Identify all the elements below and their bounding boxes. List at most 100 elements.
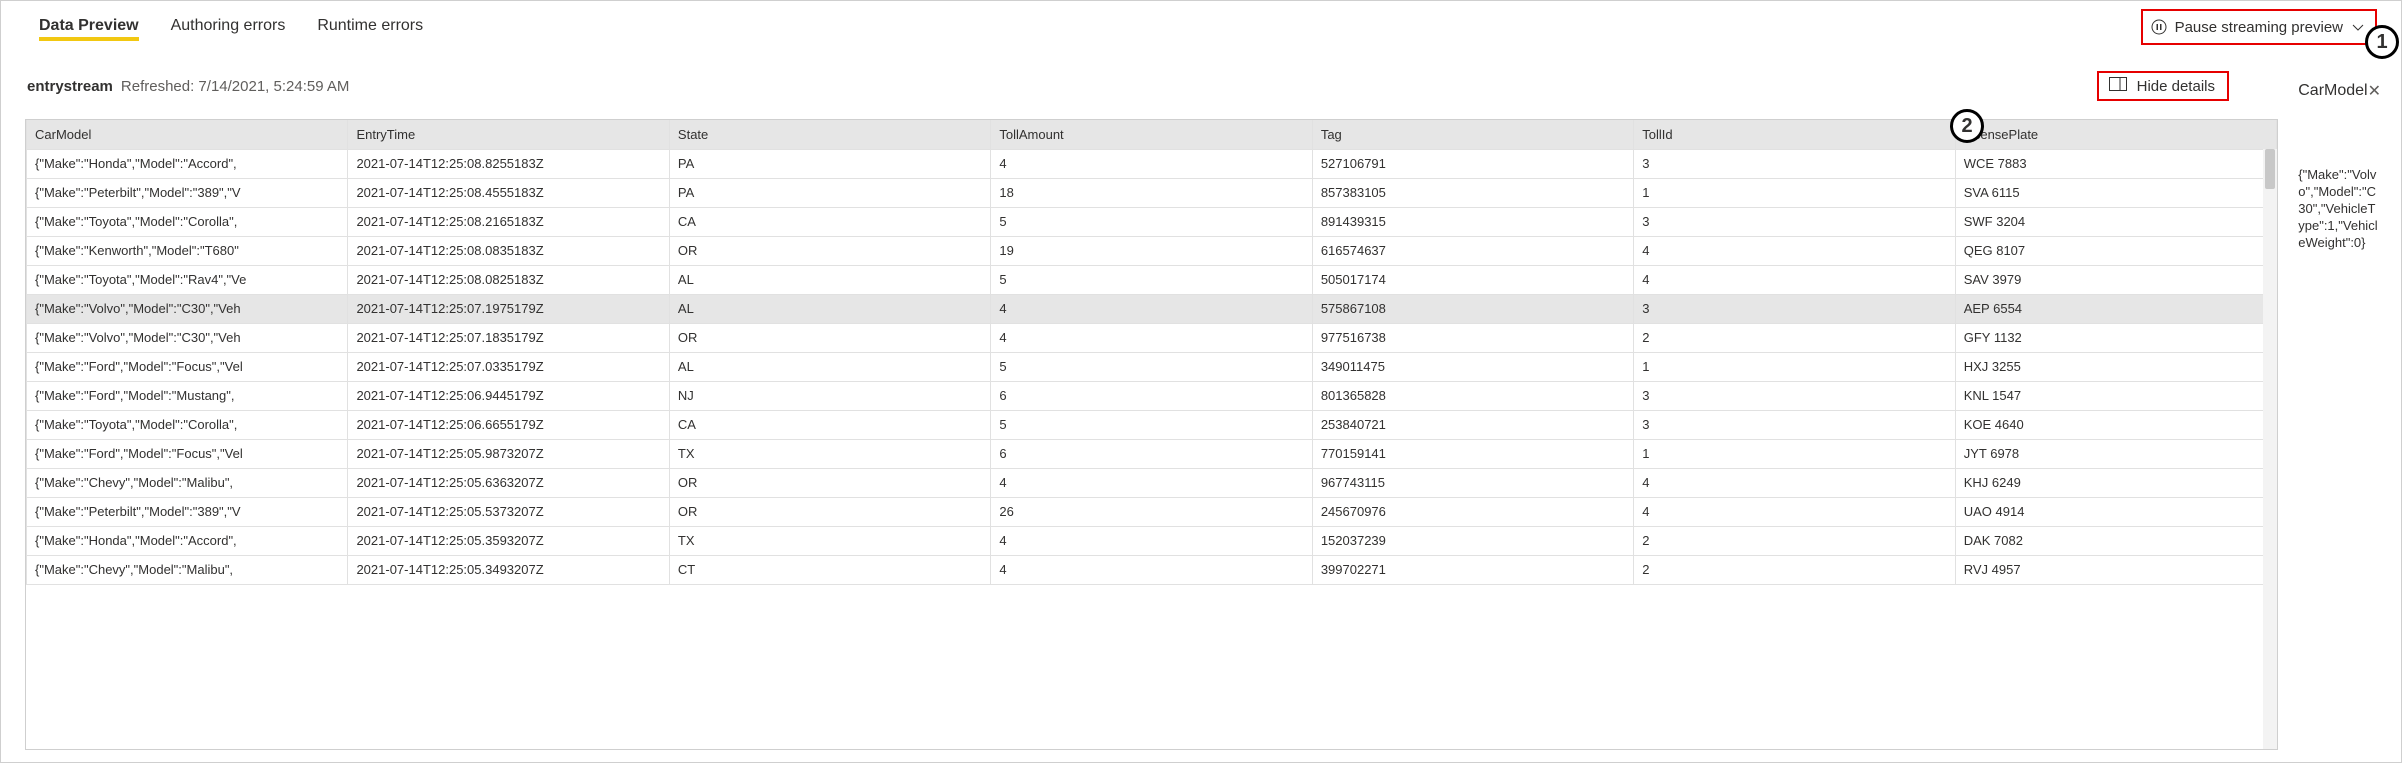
cell-carmodel[interactable]: {"Make":"Chevy","Model":"Malibu", <box>27 468 348 497</box>
cell-entrytime[interactable]: 2021-07-14T12:25:05.6363207Z <box>348 468 669 497</box>
cell-carmodel[interactable]: {"Make":"Peterbilt","Model":"389","V <box>27 497 348 526</box>
table-row[interactable]: {"Make":"Honda","Model":"Accord",2021-07… <box>27 526 2277 555</box>
table-row[interactable]: {"Make":"Ford","Model":"Focus","Vel2021-… <box>27 439 2277 468</box>
table-row[interactable]: {"Make":"Toyota","Model":"Rav4","Ve2021-… <box>27 265 2277 294</box>
cell-tollid[interactable]: 3 <box>1634 381 1955 410</box>
cell-tollamount[interactable]: 4 <box>991 468 1312 497</box>
cell-tollamount[interactable]: 4 <box>991 149 1312 178</box>
cell-tollamount[interactable]: 4 <box>991 323 1312 352</box>
table-row[interactable]: {"Make":"Volvo","Model":"C30","Veh2021-0… <box>27 323 2277 352</box>
cell-state[interactable]: OR <box>669 236 990 265</box>
col-header-tollamount[interactable]: TollAmount <box>991 120 1312 149</box>
cell-tollid[interactable]: 4 <box>1634 265 1955 294</box>
cell-licenseplate[interactable]: RVJ 4957 <box>1955 555 2277 584</box>
cell-licenseplate[interactable]: JYT 6978 <box>1955 439 2277 468</box>
cell-tollid[interactable]: 2 <box>1634 323 1955 352</box>
col-header-state[interactable]: State <box>669 120 990 149</box>
cell-tollamount[interactable]: 6 <box>991 381 1312 410</box>
cell-tollid[interactable]: 2 <box>1634 526 1955 555</box>
cell-entrytime[interactable]: 2021-07-14T12:25:08.0825183Z <box>348 265 669 294</box>
cell-tollamount[interactable]: 6 <box>991 439 1312 468</box>
cell-tag[interactable]: 977516738 <box>1312 323 1633 352</box>
col-header-carmodel[interactable]: CarModel <box>27 120 348 149</box>
cell-tollid[interactable]: 2 <box>1634 555 1955 584</box>
cell-tag[interactable]: 152037239 <box>1312 526 1633 555</box>
cell-entrytime[interactable]: 2021-07-14T12:25:05.3593207Z <box>348 526 669 555</box>
cell-tag[interactable]: 399702271 <box>1312 555 1633 584</box>
cell-entrytime[interactable]: 2021-07-14T12:25:05.5373207Z <box>348 497 669 526</box>
cell-state[interactable]: NJ <box>669 381 990 410</box>
cell-licenseplate[interactable]: KNL 1547 <box>1955 381 2277 410</box>
cell-licenseplate[interactable]: DAK 7082 <box>1955 526 2277 555</box>
cell-tag[interactable]: 891439315 <box>1312 207 1633 236</box>
col-header-tollid[interactable]: TollId <box>1634 120 1955 149</box>
cell-licenseplate[interactable]: AEP 6554 <box>1955 294 2277 323</box>
cell-carmodel[interactable]: {"Make":"Chevy","Model":"Malibu", <box>27 555 348 584</box>
cell-entrytime[interactable]: 2021-07-14T12:25:08.0835183Z <box>348 236 669 265</box>
cell-state[interactable]: OR <box>669 468 990 497</box>
close-icon[interactable]: ✕ <box>2368 81 2381 101</box>
cell-tollamount[interactable]: 26 <box>991 497 1312 526</box>
cell-state[interactable]: CA <box>669 207 990 236</box>
cell-state[interactable]: OR <box>669 323 990 352</box>
cell-tag[interactable]: 527106791 <box>1312 149 1633 178</box>
cell-carmodel[interactable]: {"Make":"Toyota","Model":"Corolla", <box>27 207 348 236</box>
cell-carmodel[interactable]: {"Make":"Toyota","Model":"Corolla", <box>27 410 348 439</box>
cell-tollid[interactable]: 3 <box>1634 410 1955 439</box>
cell-tollamount[interactable]: 19 <box>991 236 1312 265</box>
cell-tollamount[interactable]: 4 <box>991 294 1312 323</box>
cell-tag[interactable]: 253840721 <box>1312 410 1633 439</box>
cell-carmodel[interactable]: {"Make":"Ford","Model":"Focus","Vel <box>27 352 348 381</box>
cell-tollamount[interactable]: 4 <box>991 555 1312 584</box>
cell-licenseplate[interactable]: WCE 7883 <box>1955 149 2277 178</box>
cell-tollamount[interactable]: 4 <box>991 526 1312 555</box>
cell-state[interactable]: CA <box>669 410 990 439</box>
cell-tollamount[interactable]: 18 <box>991 178 1312 207</box>
cell-licenseplate[interactable]: QEG 8107 <box>1955 236 2277 265</box>
cell-carmodel[interactable]: {"Make":"Kenworth","Model":"T680" <box>27 236 348 265</box>
table-row[interactable]: {"Make":"Peterbilt","Model":"389","V2021… <box>27 178 2277 207</box>
cell-tag[interactable]: 245670976 <box>1312 497 1633 526</box>
cell-tag[interactable]: 770159141 <box>1312 439 1633 468</box>
cell-entrytime[interactable]: 2021-07-14T12:25:08.2165183Z <box>348 207 669 236</box>
table-row[interactable]: {"Make":"Toyota","Model":"Corolla",2021-… <box>27 207 2277 236</box>
cell-tag[interactable]: 349011475 <box>1312 352 1633 381</box>
table-row[interactable]: {"Make":"Toyota","Model":"Corolla",2021-… <box>27 410 2277 439</box>
cell-state[interactable]: TX <box>669 526 990 555</box>
cell-state[interactable]: AL <box>669 352 990 381</box>
cell-carmodel[interactable]: {"Make":"Toyota","Model":"Rav4","Ve <box>27 265 348 294</box>
cell-licenseplate[interactable]: SAV 3979 <box>1955 265 2277 294</box>
pause-streaming-button[interactable]: Pause streaming preview <box>2151 19 2343 36</box>
cell-tollid[interactable]: 4 <box>1634 468 1955 497</box>
cell-entrytime[interactable]: 2021-07-14T12:25:08.4555183Z <box>348 178 669 207</box>
cell-licenseplate[interactable]: HXJ 3255 <box>1955 352 2277 381</box>
cell-tag[interactable]: 801365828 <box>1312 381 1633 410</box>
cell-licenseplate[interactable]: UAO 4914 <box>1955 497 2277 526</box>
tab-data-preview[interactable]: Data Preview <box>39 5 139 49</box>
cell-entrytime[interactable]: 2021-07-14T12:25:06.9445179Z <box>348 381 669 410</box>
vertical-scrollbar[interactable] <box>2263 149 2277 749</box>
scrollbar-thumb[interactable] <box>2265 149 2275 189</box>
cell-tollid[interactable]: 4 <box>1634 497 1955 526</box>
cell-licenseplate[interactable]: KHJ 6249 <box>1955 468 2277 497</box>
cell-state[interactable]: AL <box>669 265 990 294</box>
table-row[interactable]: {"Make":"Ford","Model":"Mustang",2021-07… <box>27 381 2277 410</box>
cell-tag[interactable]: 575867108 <box>1312 294 1633 323</box>
hide-details-button[interactable]: Hide details <box>2109 77 2215 95</box>
cell-carmodel[interactable]: {"Make":"Ford","Model":"Focus","Vel <box>27 439 348 468</box>
cell-carmodel[interactable]: {"Make":"Honda","Model":"Accord", <box>27 149 348 178</box>
cell-carmodel[interactable]: {"Make":"Volvo","Model":"C30","Veh <box>27 323 348 352</box>
table-row[interactable]: {"Make":"Honda","Model":"Accord",2021-07… <box>27 149 2277 178</box>
cell-state[interactable]: CT <box>669 555 990 584</box>
cell-tollid[interactable]: 1 <box>1634 439 1955 468</box>
cell-carmodel[interactable]: {"Make":"Ford","Model":"Mustang", <box>27 381 348 410</box>
cell-tag[interactable]: 505017174 <box>1312 265 1633 294</box>
cell-entrytime[interactable]: 2021-07-14T12:25:08.8255183Z <box>348 149 669 178</box>
cell-tag[interactable]: 857383105 <box>1312 178 1633 207</box>
cell-tollamount[interactable]: 5 <box>991 352 1312 381</box>
cell-carmodel[interactable]: {"Make":"Volvo","Model":"C30","Veh <box>27 294 348 323</box>
cell-tag[interactable]: 616574637 <box>1312 236 1633 265</box>
cell-licenseplate[interactable]: KOE 4640 <box>1955 410 2277 439</box>
cell-licenseplate[interactable]: GFY 1132 <box>1955 323 2277 352</box>
cell-tollid[interactable]: 4 <box>1634 236 1955 265</box>
